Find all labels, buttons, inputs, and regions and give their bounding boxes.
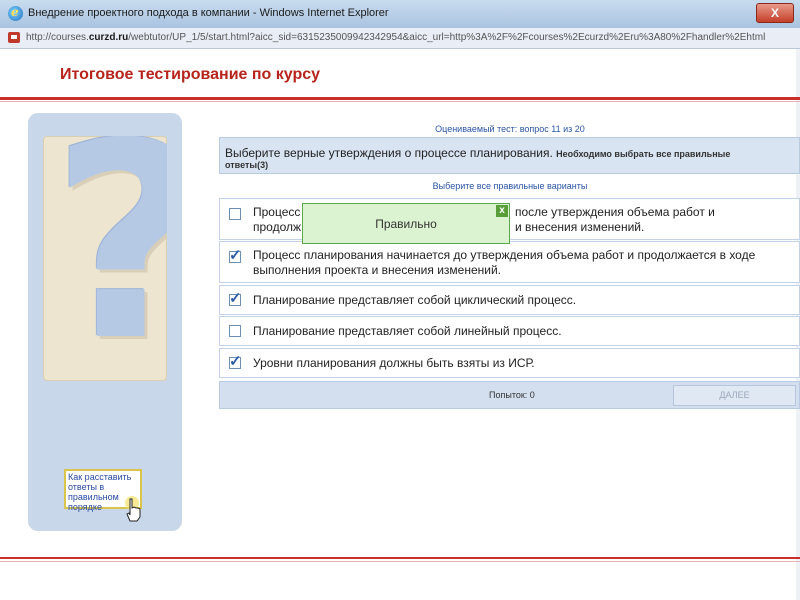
checkmark-icon: ✓ xyxy=(229,290,242,307)
question-counter: Оцениваемый тест: вопрос 11 из 20 xyxy=(435,124,585,134)
question-box: Выберите верные утверждения о процессе п… xyxy=(219,137,800,174)
instruction-text: Выберите все правильные варианты xyxy=(432,181,588,191)
window-title: Внедрение проектного подхода в компании … xyxy=(28,7,389,19)
popup-close-button[interactable]: x xyxy=(496,205,508,217)
answer-checkbox-4[interactable] xyxy=(229,325,241,337)
ie-logo-icon: e xyxy=(8,5,23,21)
header-divider xyxy=(0,97,800,100)
feedback-popup: Правильно x xyxy=(302,203,510,244)
address-bar[interactable]: http://courses.curzd.ru/webtutor/UP_1/5/… xyxy=(0,28,800,49)
question-hint-count: ответы(3) xyxy=(225,160,269,170)
hand-pointer-icon xyxy=(125,496,141,522)
header-divider-thin xyxy=(0,101,800,102)
question-text: Выберите верные утверждения о процессе п… xyxy=(225,146,731,160)
question-mark-icon: ? xyxy=(51,136,167,378)
feedback-message: Правильно xyxy=(375,217,437,231)
answer-checkbox-3[interactable]: ✓ xyxy=(229,290,242,307)
answer-option-5[interactable]: ✓ Уровни планирования должны быть взяты … xyxy=(219,348,800,378)
question-hint: Необходимо выбрать все правильные xyxy=(556,149,731,159)
page-title: Итоговое тестирование по курсу xyxy=(60,66,321,83)
checkmark-icon: ✓ xyxy=(229,353,242,370)
answer-checkbox-2[interactable]: ✓ xyxy=(229,247,242,264)
sidebar-panel: ? Как расставить ответы в правильном пор… xyxy=(28,113,182,531)
url-text[interactable]: http://courses.curzd.ru/webtutor/UP_1/5/… xyxy=(26,32,765,43)
quiz-footer: Попыток: 0 ДАЛЕЕ xyxy=(219,381,800,409)
answer-option-4[interactable]: Планирование представляет собой линейный… xyxy=(219,316,800,346)
answer-checkbox-5[interactable]: ✓ xyxy=(229,353,242,370)
page-favicon-icon xyxy=(8,32,20,43)
window-close-button[interactable]: X xyxy=(756,3,794,23)
checkmark-icon: ✓ xyxy=(229,247,242,264)
answer-option-3[interactable]: ✓ Планирование представляет собой циклич… xyxy=(219,285,800,315)
answer-text-3: Планирование представляет собой цикличес… xyxy=(253,293,577,307)
window-titlebar: e Внедрение проектного подхода в компани… xyxy=(0,0,800,29)
answer-text-2: Процесс планирования начинается до утвер… xyxy=(253,248,756,277)
next-button[interactable]: ДАЛЕЕ xyxy=(673,385,796,406)
attempts-counter: Попыток: 0 xyxy=(489,390,535,400)
answer-text-5: Уровни планирования должны быть взяты из… xyxy=(253,356,535,370)
answer-text-4: Планирование представляет собой линейный… xyxy=(253,324,562,338)
answer-checkbox-1[interactable] xyxy=(229,208,241,220)
answer-option-2[interactable]: ✓ Процесс планирования начинается до утв… xyxy=(219,241,800,283)
footer-divider xyxy=(0,557,800,559)
footer-divider-thin xyxy=(0,561,800,562)
question-mark-card: ? xyxy=(43,136,167,381)
